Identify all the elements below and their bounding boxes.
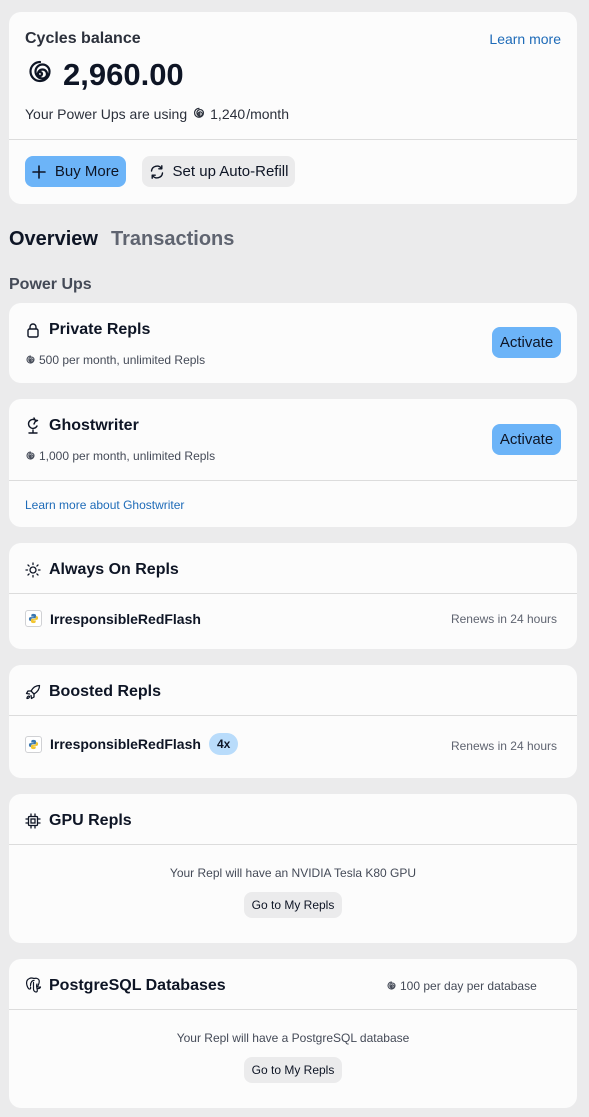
postgresql-card: PostgreSQL Databases 100 per day per dat… [9, 959, 577, 1108]
learn-more-link[interactable]: Learn more [489, 31, 561, 47]
tab-overview[interactable]: Overview [9, 228, 98, 251]
postgresql-message: Your Repl will have a PostgreSQL databas… [176, 1031, 410, 1045]
cycles-icon [386, 981, 397, 992]
always-on-renews: Renews in 24 hours [450, 612, 557, 626]
ghostwriter-title: Ghostwriter [49, 417, 139, 434]
go-to-my-repls-button[interactable]: Go to My Repls [244, 1057, 342, 1083]
divider [9, 480, 577, 481]
boosted-repls-card: Boosted Repls IrresponsibleRedFlash 4x R… [9, 665, 577, 778]
private-repls-title: Private Repls [49, 321, 151, 338]
divider [9, 139, 577, 140]
refresh-icon [149, 164, 165, 180]
cycles-icon [25, 451, 36, 462]
postgresql-title: PostgreSQL Databases [49, 977, 226, 994]
auto-refill-button[interactable]: Set up Auto-Refill [142, 156, 295, 187]
cycles-icon [192, 107, 206, 121]
ghostwriter-price: 1,000 per month, unlimited Repls [25, 449, 215, 463]
ghostwriter-icon [25, 417, 41, 435]
boosted-renews: Renews in 24 hours [450, 739, 557, 753]
gpu-title: GPU Repls [49, 812, 132, 829]
postgresql-price-text: 100 per day per database [400, 979, 537, 993]
buy-more-label: Buy More [54, 163, 120, 180]
section-title-power-ups: Power Ups [9, 276, 92, 293]
python-icon [25, 610, 42, 627]
ghostwriter-price-text: 1,000 per month, unlimited Repls [39, 449, 216, 463]
power-ups-usage: Your Power Ups are using 1,240/month [25, 106, 289, 122]
always-on-repls-card: Always On Repls IrresponsibleRedFlash Re… [9, 543, 577, 649]
divider [9, 593, 577, 594]
usage-amount: 1,240 [210, 106, 246, 122]
divider [9, 844, 577, 845]
cycles-icon [25, 59, 55, 89]
always-on-title: Always On Repls [49, 561, 179, 578]
boosted-repl-row[interactable]: IrresponsibleRedFlash 4x [25, 733, 239, 755]
lock-icon [25, 322, 41, 338]
cycles-balance-amount: 2,960.00 [63, 57, 184, 92]
always-on-repl-row[interactable]: IrresponsibleRedFlash [25, 610, 201, 627]
activate-private-repls-button[interactable]: Activate [492, 327, 561, 358]
boosted-title: Boosted Repls [49, 683, 162, 700]
sun-icon [25, 562, 41, 578]
private-repls-price-text: 500 per month, unlimited Repls [39, 353, 206, 367]
go-to-my-repls-button[interactable]: Go to My Repls [244, 892, 342, 918]
postgres-icon [25, 977, 42, 994]
boosted-repl-name: IrresponsibleRedFlash [50, 736, 201, 752]
ghostwriter-card: Ghostwriter 1,000 per month, unlimited R… [9, 399, 577, 527]
usage-prefix: Your Power Ups are using [25, 106, 188, 122]
plus-icon [32, 164, 46, 179]
gpu-message: Your Repl will have an NVIDIA Tesla K80 … [169, 866, 417, 880]
cycles-balance-card: Cycles balance Learn more 2,960.00 Your … [9, 12, 577, 204]
learn-more-ghostwriter-link[interactable]: Learn more about Ghostwriter [25, 498, 184, 512]
python-icon [25, 735, 42, 753]
chip-icon [25, 813, 41, 829]
rocket-icon [25, 684, 41, 700]
private-repls-card: Private Repls 500 per month, unlimited R… [9, 303, 577, 383]
auto-refill-label: Set up Auto-Refill [172, 163, 289, 180]
boost-badge: 4x [208, 733, 239, 755]
tab-transactions[interactable]: Transactions [111, 228, 234, 251]
cycles-icon [25, 355, 36, 366]
cycles-balance-label: Cycles balance [25, 30, 141, 47]
gpu-repls-card: GPU Repls Your Repl will have an NVIDIA … [9, 794, 577, 943]
postgresql-price: 100 per day per database [386, 979, 537, 993]
divider [9, 1009, 577, 1010]
activate-ghostwriter-button[interactable]: Activate [492, 424, 561, 455]
buy-more-button[interactable]: Buy More [25, 156, 126, 187]
divider [9, 715, 577, 716]
private-repls-price: 500 per month, unlimited Repls [25, 353, 205, 367]
always-on-repl-name: IrresponsibleRedFlash [50, 610, 201, 627]
usage-suffix: /month [246, 106, 289, 122]
